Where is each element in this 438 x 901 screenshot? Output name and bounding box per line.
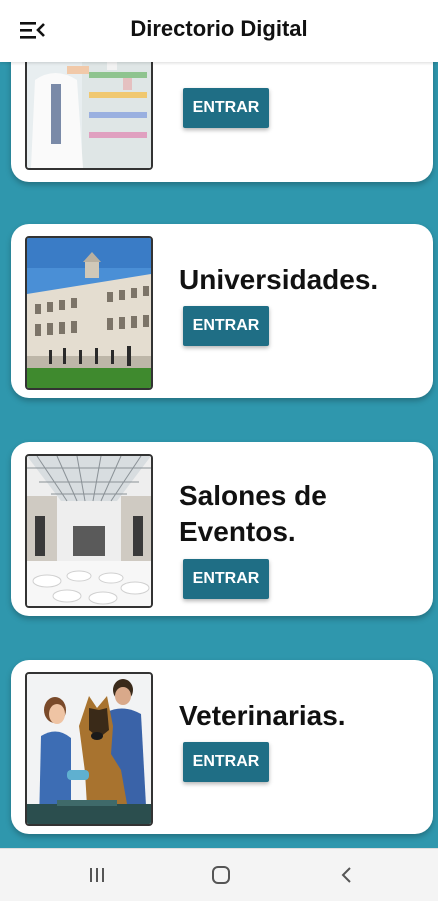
category-list[interactable]: Farmacias. ENTRAR <box>0 0 438 848</box>
card-salones-de-eventos: Salones de Eventos. ENTRAR <box>11 442 433 616</box>
enter-button-salones-de-eventos[interactable]: ENTRAR <box>183 559 269 599</box>
card-title: Universidades. <box>179 264 379 295</box>
system-navigation-bar <box>0 848 438 901</box>
back-icon[interactable] <box>332 863 362 887</box>
page-title: Directorio Digital <box>130 16 308 41</box>
app-bar: Directorio Digital <box>0 0 438 62</box>
card-title: Salones de Eventos. <box>179 480 327 547</box>
enter-button-universidades[interactable]: ENTRAR <box>183 306 269 346</box>
event-hall-image <box>25 454 153 608</box>
card-title: Veterinarias. <box>179 700 346 731</box>
recent-apps-icon[interactable] <box>82 863 112 887</box>
card-universidades: Universidades. ENTRAR <box>11 224 433 398</box>
card-veterinarias: Veterinarias. ENTRAR <box>11 660 433 834</box>
enter-button-farmacias[interactable]: ENTRAR <box>183 88 269 128</box>
university-image <box>25 236 153 390</box>
home-icon[interactable] <box>206 863 236 887</box>
enter-button-veterinarias[interactable]: ENTRAR <box>183 742 269 782</box>
veterinarian-image <box>25 672 153 826</box>
